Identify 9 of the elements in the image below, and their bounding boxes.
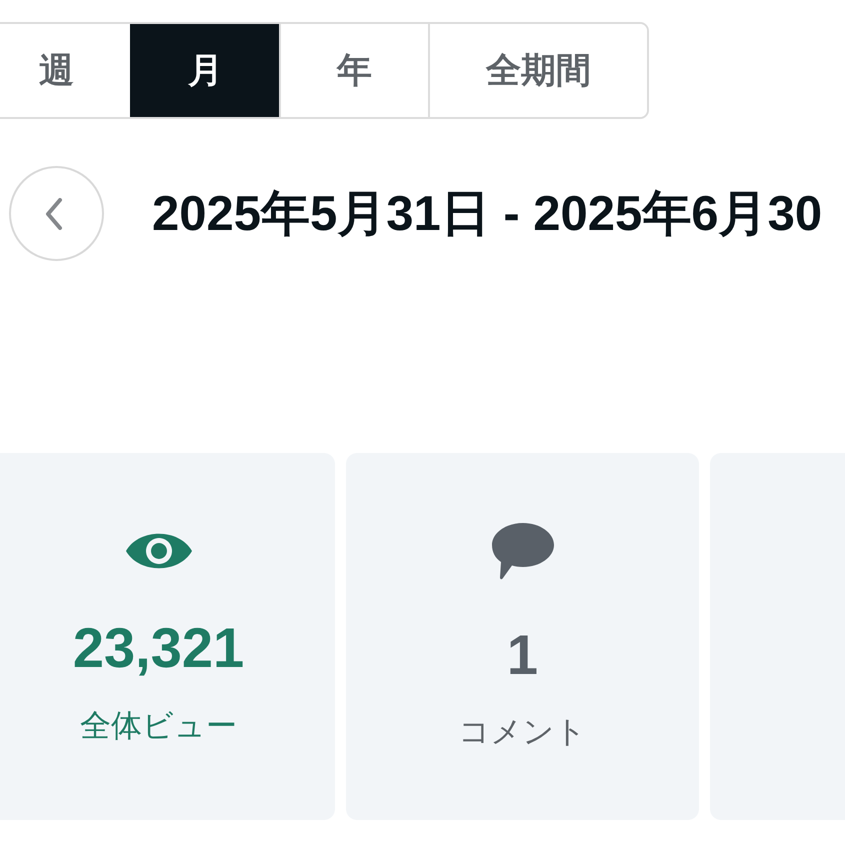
stat-label: コメント (458, 713, 586, 750)
stat-value: 23,321 (72, 617, 244, 679)
period-tab[interactable]: 全期間 (428, 24, 647, 117)
chevron-left-icon (44, 198, 62, 230)
date-range-label: 2025年5月31日 - 2025年6月30 (152, 186, 822, 242)
stat-label: 全体ビュー (80, 706, 237, 744)
speech-bubble-icon (492, 522, 554, 580)
period-tab[interactable]: 月 (130, 24, 279, 117)
stat-value: 1 (506, 624, 538, 686)
